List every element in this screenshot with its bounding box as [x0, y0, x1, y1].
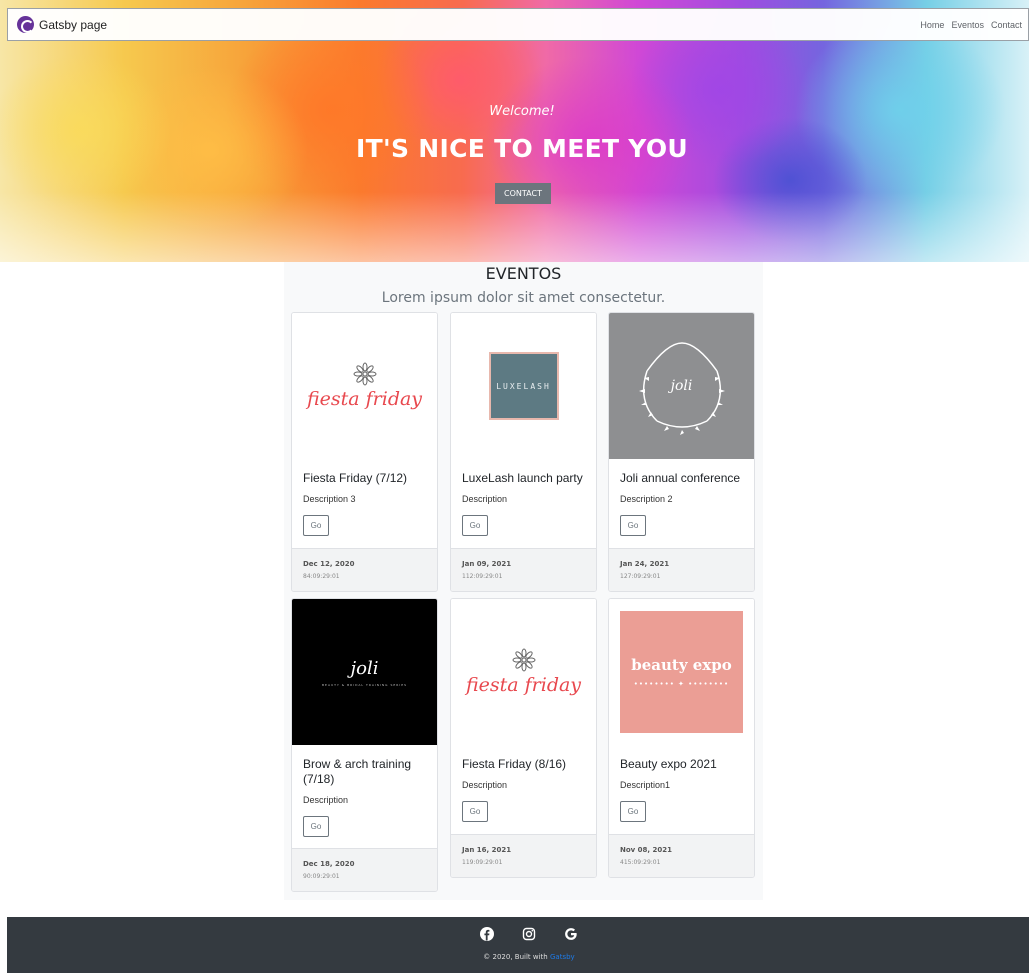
card-title: Brow & arch training (7/18) — [303, 757, 412, 786]
card-description: Description — [303, 795, 349, 805]
card-date: Jan 16, 2021 — [462, 846, 512, 854]
gatsby-logo-icon — [17, 16, 34, 33]
card-date: Jan 09, 2021 — [462, 560, 512, 568]
hero-welcome: Welcome! — [489, 104, 555, 119]
events-subtitle: Lorem ipsum dolor sit amet consectetur. — [381, 290, 666, 306]
card-footer: Jan 24, 2021 127:09:29:01 — [609, 548, 754, 591]
card-countdown: 119:09:29:01 — [462, 859, 503, 866]
card-countdown: 90:09:29:01 — [303, 873, 340, 880]
event-image[interactable]: beauty expo •••••••• ✦ •••••••• — [609, 599, 754, 745]
event-image[interactable]: joli BEAUTY & BRIDAL TRAINING SERIES — [292, 599, 437, 745]
google-icon[interactable] — [564, 927, 578, 941]
card-date: Nov 08, 2021 — [620, 846, 672, 854]
card-title: Beauty expo 2021 — [620, 757, 717, 771]
brand[interactable]: Gatsby page — [17, 16, 107, 33]
card-title: Fiesta Friday (7/12) — [303, 471, 408, 485]
site-footer: © 2020, Built with Gatsby — [7, 917, 1029, 973]
event-card: fiesta friday Fiesta Friday (7/12) Descr… — [291, 312, 438, 592]
card-footer: Dec 18, 2020 90:09:29:01 — [292, 848, 437, 891]
card-countdown: 127:09:29:01 — [620, 573, 661, 580]
events-title: EVENTOS — [485, 264, 562, 283]
social-links — [7, 927, 1029, 941]
card-description: Description 3 — [303, 494, 356, 504]
card-footer: Nov 08, 2021 415:09:29:01 — [609, 834, 754, 877]
gatsby-link[interactable]: Gatsby — [550, 953, 575, 961]
card-title: Joli annual conference — [620, 471, 741, 485]
events-section: EVENTOS Lorem ipsum dolor sit amet conse… — [284, 262, 763, 900]
card-countdown: 112:09:29:01 — [462, 573, 503, 580]
beauty-expo-logo: beauty expo •••••••• ✦ •••••••• — [620, 611, 743, 733]
image-logo-text: fiesta friday — [465, 674, 582, 696]
image-logo-text: fiesta friday — [306, 388, 423, 410]
card-footer: Dec 12, 2020 84:09:29:01 — [292, 548, 437, 591]
card-title: Fiesta Friday (8/16) — [462, 757, 567, 771]
card-description: Description1 — [620, 780, 671, 790]
card-date: Jan 24, 2021 — [620, 560, 670, 568]
hero-title: IT'S NICE TO MEET YOU — [356, 134, 688, 163]
event-card: LUXELASH LuxeLash launch party Descripti… — [450, 312, 597, 592]
nav-eventos[interactable]: Eventos — [951, 20, 984, 30]
nav-home[interactable]: Home — [920, 20, 944, 30]
go-button[interactable]: Go — [462, 801, 488, 822]
contact-button[interactable]: CONTACT — [495, 183, 551, 204]
facebook-icon[interactable] — [480, 927, 494, 941]
laurel-wreath-icon — [639, 342, 725, 435]
instagram-icon[interactable] — [522, 927, 536, 941]
card-footer: Jan 09, 2021 112:09:29:01 — [451, 548, 596, 591]
event-image[interactable]: fiesta friday — [292, 313, 437, 459]
go-button[interactable]: Go — [462, 515, 488, 536]
go-button[interactable]: Go — [620, 515, 646, 536]
card-title: LuxeLash launch party — [462, 471, 583, 485]
copyright-text: © 2020, Built with — [483, 953, 548, 961]
brand-text: Gatsby page — [39, 17, 108, 32]
nav-links: Home Eventos Contact — [920, 20, 1022, 30]
event-card: beauty expo •••••••• ✦ •••••••• Beauty e… — [608, 598, 755, 878]
event-card: fiesta friday Fiesta Friday (8/16) Descr… — [450, 598, 597, 878]
go-button[interactable]: Go — [303, 515, 329, 536]
image-logo-text: LUXELASH — [496, 381, 551, 391]
luxelash-logo: LUXELASH — [488, 352, 559, 420]
image-logo-text: joli — [350, 657, 379, 679]
event-image[interactable]: LUXELASH — [451, 313, 596, 459]
event-image[interactable]: fiesta friday — [451, 599, 596, 745]
card-date: Dec 12, 2020 — [303, 560, 355, 568]
navbar: Gatsby page Home Eventos Contact — [7, 8, 1029, 41]
event-card: joli Joli annual conference Description … — [608, 312, 755, 592]
nav-contact[interactable]: Contact — [991, 20, 1022, 30]
card-countdown: 84:09:29:01 — [303, 573, 340, 580]
card-description: Description — [462, 780, 508, 790]
go-button[interactable]: Go — [620, 801, 646, 822]
card-date: Dec 18, 2020 — [303, 860, 355, 868]
copyright: © 2020, Built with Gatsby — [7, 953, 1029, 961]
event-image[interactable]: joli — [609, 313, 754, 459]
decorative-dots-icon: •••••••• ✦ •••••••• — [633, 680, 730, 688]
image-logo-text: beauty expo — [631, 656, 732, 674]
image-logo-subtext: BEAUTY & BRIDAL TRAINING SERIES — [321, 682, 408, 687]
flower-icon — [353, 362, 376, 386]
card-description: Description 2 — [620, 494, 673, 504]
event-card: joli BEAUTY & BRIDAL TRAINING SERIES Bro… — [291, 598, 438, 892]
card-description: Description — [462, 494, 508, 504]
card-footer: Jan 16, 2021 119:09:29:01 — [451, 834, 596, 877]
go-button[interactable]: Go — [303, 816, 329, 837]
flower-icon — [512, 648, 535, 672]
card-countdown: 415:09:29:01 — [620, 859, 661, 866]
